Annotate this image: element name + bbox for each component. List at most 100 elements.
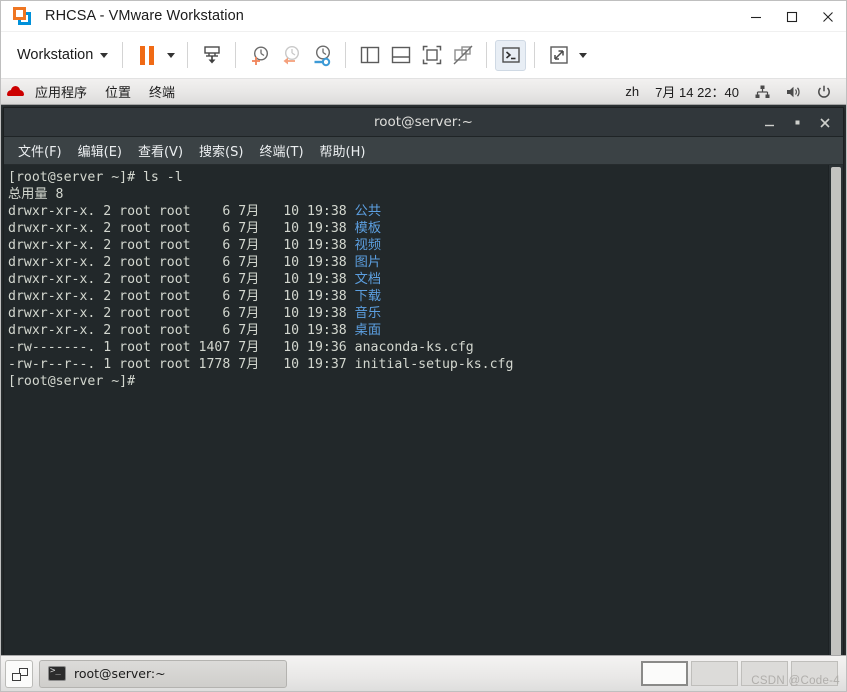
library-panel-icon xyxy=(360,46,379,64)
terminal-line-meta: drwxr-xr-x. 2 root root 6 7月 10 19:38 xyxy=(8,306,355,321)
chevron-down-icon xyxy=(100,52,109,58)
stretch-arrows-icon xyxy=(550,46,568,64)
terminal-title: root@server:~ xyxy=(374,114,473,130)
terminal-directory-name: 音乐 xyxy=(354,306,382,321)
volume-icon[interactable] xyxy=(779,79,808,104)
console-view-button[interactable] xyxy=(495,39,527,71)
thumbnail-bar-icon xyxy=(391,46,410,64)
toolbar-separator xyxy=(486,42,488,68)
gnome-panel-left: 应用程序 位置 终端 xyxy=(1,79,184,104)
gnome-panel-right: zh 7月 14 22：40 xyxy=(618,79,846,104)
window-controls xyxy=(738,1,846,32)
terminal-line: 总用量 8 xyxy=(8,187,64,202)
terminal-line: -rw-r--r--. 1 root root 1778 7月 10 19:37… xyxy=(8,357,514,372)
take-snapshot-button[interactable] xyxy=(244,40,275,71)
gnome-menu-terminal[interactable]: 终端 xyxy=(140,79,184,104)
redhat-logo-icon xyxy=(7,85,24,98)
terminal-window-controls xyxy=(755,108,839,137)
workspace-4[interactable] xyxy=(791,661,838,686)
vmware-toolbar: Workstation xyxy=(1,32,846,79)
terminal-directory-name: 公共 xyxy=(354,204,382,219)
terminal-menu-file[interactable]: 文件(F) xyxy=(10,139,70,162)
terminal-line: drwxr-xr-x. 2 root root 6 7月 10 19:38 图片 xyxy=(8,254,828,271)
gnome-menu-applications[interactable]: 应用程序 xyxy=(26,79,96,104)
vmware-logo-icon xyxy=(13,7,31,25)
show-library-button[interactable] xyxy=(354,40,385,71)
terminal-line: drwxr-xr-x. 2 root root 6 7月 10 19:38 下载 xyxy=(8,288,828,305)
workspace-1[interactable] xyxy=(641,661,688,686)
console-view-icon xyxy=(502,47,520,63)
unity-mode-button[interactable] xyxy=(447,40,478,71)
enter-fullscreen-button[interactable] xyxy=(416,40,447,71)
terminal-line-meta: drwxr-xr-x. 2 root root 6 7月 10 19:38 xyxy=(8,204,355,219)
toolbar-separator xyxy=(534,42,536,68)
clock[interactable]: 7月 14 22：40 xyxy=(648,79,746,104)
revert-snapshot-button[interactable] xyxy=(275,40,306,71)
power-icon[interactable] xyxy=(810,79,838,104)
guest-os-screen: 应用程序 位置 终端 zh 7月 14 22：40 root@server:~ … xyxy=(1,79,846,691)
terminal-menu-edit[interactable]: 编辑(E) xyxy=(70,139,130,162)
terminal-directory-name: 图片 xyxy=(354,255,382,270)
terminal-body[interactable]: [root@server ~]# ls -l 总用量 8 drwxr-xr-x. 2… xyxy=(4,165,843,688)
terminal-menubar: 文件(F) 编辑(E) 查看(V) 搜索(S) 终端(T) 帮助(H) xyxy=(4,137,843,165)
stretch-guest-button[interactable] xyxy=(543,40,574,71)
suspend-dropdown-button[interactable] xyxy=(162,40,179,71)
terminal-maximize-icon[interactable] xyxy=(783,108,811,137)
fullscreen-icon xyxy=(422,45,442,65)
terminal-icon xyxy=(48,666,66,681)
show-thumbnail-bar-button[interactable] xyxy=(385,40,416,71)
gnome-menu-places[interactable]: 位置 xyxy=(96,79,140,104)
suspend-vm-button[interactable] xyxy=(131,40,162,71)
terminal-scrollbar[interactable] xyxy=(828,165,843,688)
taskbar-window-label: root@server:~ xyxy=(74,666,166,681)
input-method-indicator[interactable]: zh xyxy=(618,79,646,104)
terminal-line: drwxr-xr-x. 2 root root 6 7月 10 19:38 桌面 xyxy=(8,322,828,339)
close-icon[interactable] xyxy=(810,1,846,32)
toolbar-separator xyxy=(235,42,237,68)
terminal-titlebar[interactable]: root@server:~ xyxy=(4,108,843,137)
terminal-line-meta: drwxr-xr-x. 2 root root 6 7月 10 19:38 xyxy=(8,238,355,253)
workstation-menu-label: Workstation xyxy=(17,47,94,63)
terminal-menu-terminal[interactable]: 终端(T) xyxy=(251,139,311,162)
terminal-menu-help[interactable]: 帮助(H) xyxy=(312,139,374,162)
terminal-window: root@server:~ 文件(F) 编辑(E) 查看(V) 搜索(S) 终端… xyxy=(3,107,844,689)
window-titlebar: RHCSA - VMware Workstation xyxy=(1,1,846,32)
terminal-line: [root@server ~]# xyxy=(8,374,136,389)
terminal-close-icon[interactable] xyxy=(811,108,839,137)
taskbar-window-button[interactable]: root@server:~ xyxy=(39,659,287,688)
show-desktop-icon[interactable] xyxy=(5,659,33,688)
maximize-icon[interactable] xyxy=(774,1,810,32)
snapshot-manager-icon xyxy=(314,45,330,67)
window-title: RHCSA - VMware Workstation xyxy=(45,8,244,24)
unity-mode-disabled-icon xyxy=(453,45,473,65)
terminal-line-meta: drwxr-xr-x. 2 root root 6 7月 10 19:38 xyxy=(8,323,355,338)
terminal-line: drwxr-xr-x. 2 root root 6 7月 10 19:38 公共 xyxy=(8,203,828,220)
terminal-directory-name: 文档 xyxy=(354,272,382,287)
terminal-scrollbar-thumb[interactable] xyxy=(831,167,841,657)
terminal-minimize-icon[interactable] xyxy=(755,108,783,137)
terminal-directory-name: 模板 xyxy=(354,221,382,236)
workspace-2[interactable] xyxy=(691,661,738,686)
terminal-output[interactable]: [root@server ~]# ls -l 总用量 8 drwxr-xr-x. 2… xyxy=(4,165,828,688)
send-ctrl-alt-del-button[interactable] xyxy=(196,40,227,71)
minimize-icon[interactable] xyxy=(738,1,774,32)
workspace-switcher[interactable] xyxy=(641,661,838,686)
terminal-menu-search[interactable]: 搜索(S) xyxy=(191,139,251,162)
chevron-down-icon xyxy=(578,52,587,58)
terminal-line-meta: drwxr-xr-x. 2 root root 6 7月 10 19:38 xyxy=(8,255,355,270)
network-icon[interactable] xyxy=(748,79,777,104)
terminal-line: drwxr-xr-x. 2 root root 6 7月 10 19:38 视频 xyxy=(8,237,828,254)
workstation-menu-button[interactable]: Workstation xyxy=(11,43,114,67)
terminal-line-meta: drwxr-xr-x. 2 root root 6 7月 10 19:38 xyxy=(8,272,355,287)
workspace-3[interactable] xyxy=(741,661,788,686)
terminal-directory-name: 视频 xyxy=(354,238,382,253)
pause-icon xyxy=(140,45,154,65)
send-key-icon xyxy=(204,46,220,64)
terminal-directory-name: 下载 xyxy=(354,289,382,304)
stretch-dropdown-button[interactable] xyxy=(574,40,591,71)
terminal-menu-view[interactable]: 查看(V) xyxy=(130,139,191,162)
toolbar-separator xyxy=(345,42,347,68)
terminal-line: drwxr-xr-x. 2 root root 6 7月 10 19:38 模板 xyxy=(8,220,828,237)
manage-snapshots-button[interactable] xyxy=(306,40,337,71)
terminal-line: -rw-------. 1 root root 1407 7月 10 19:36… xyxy=(8,340,474,355)
